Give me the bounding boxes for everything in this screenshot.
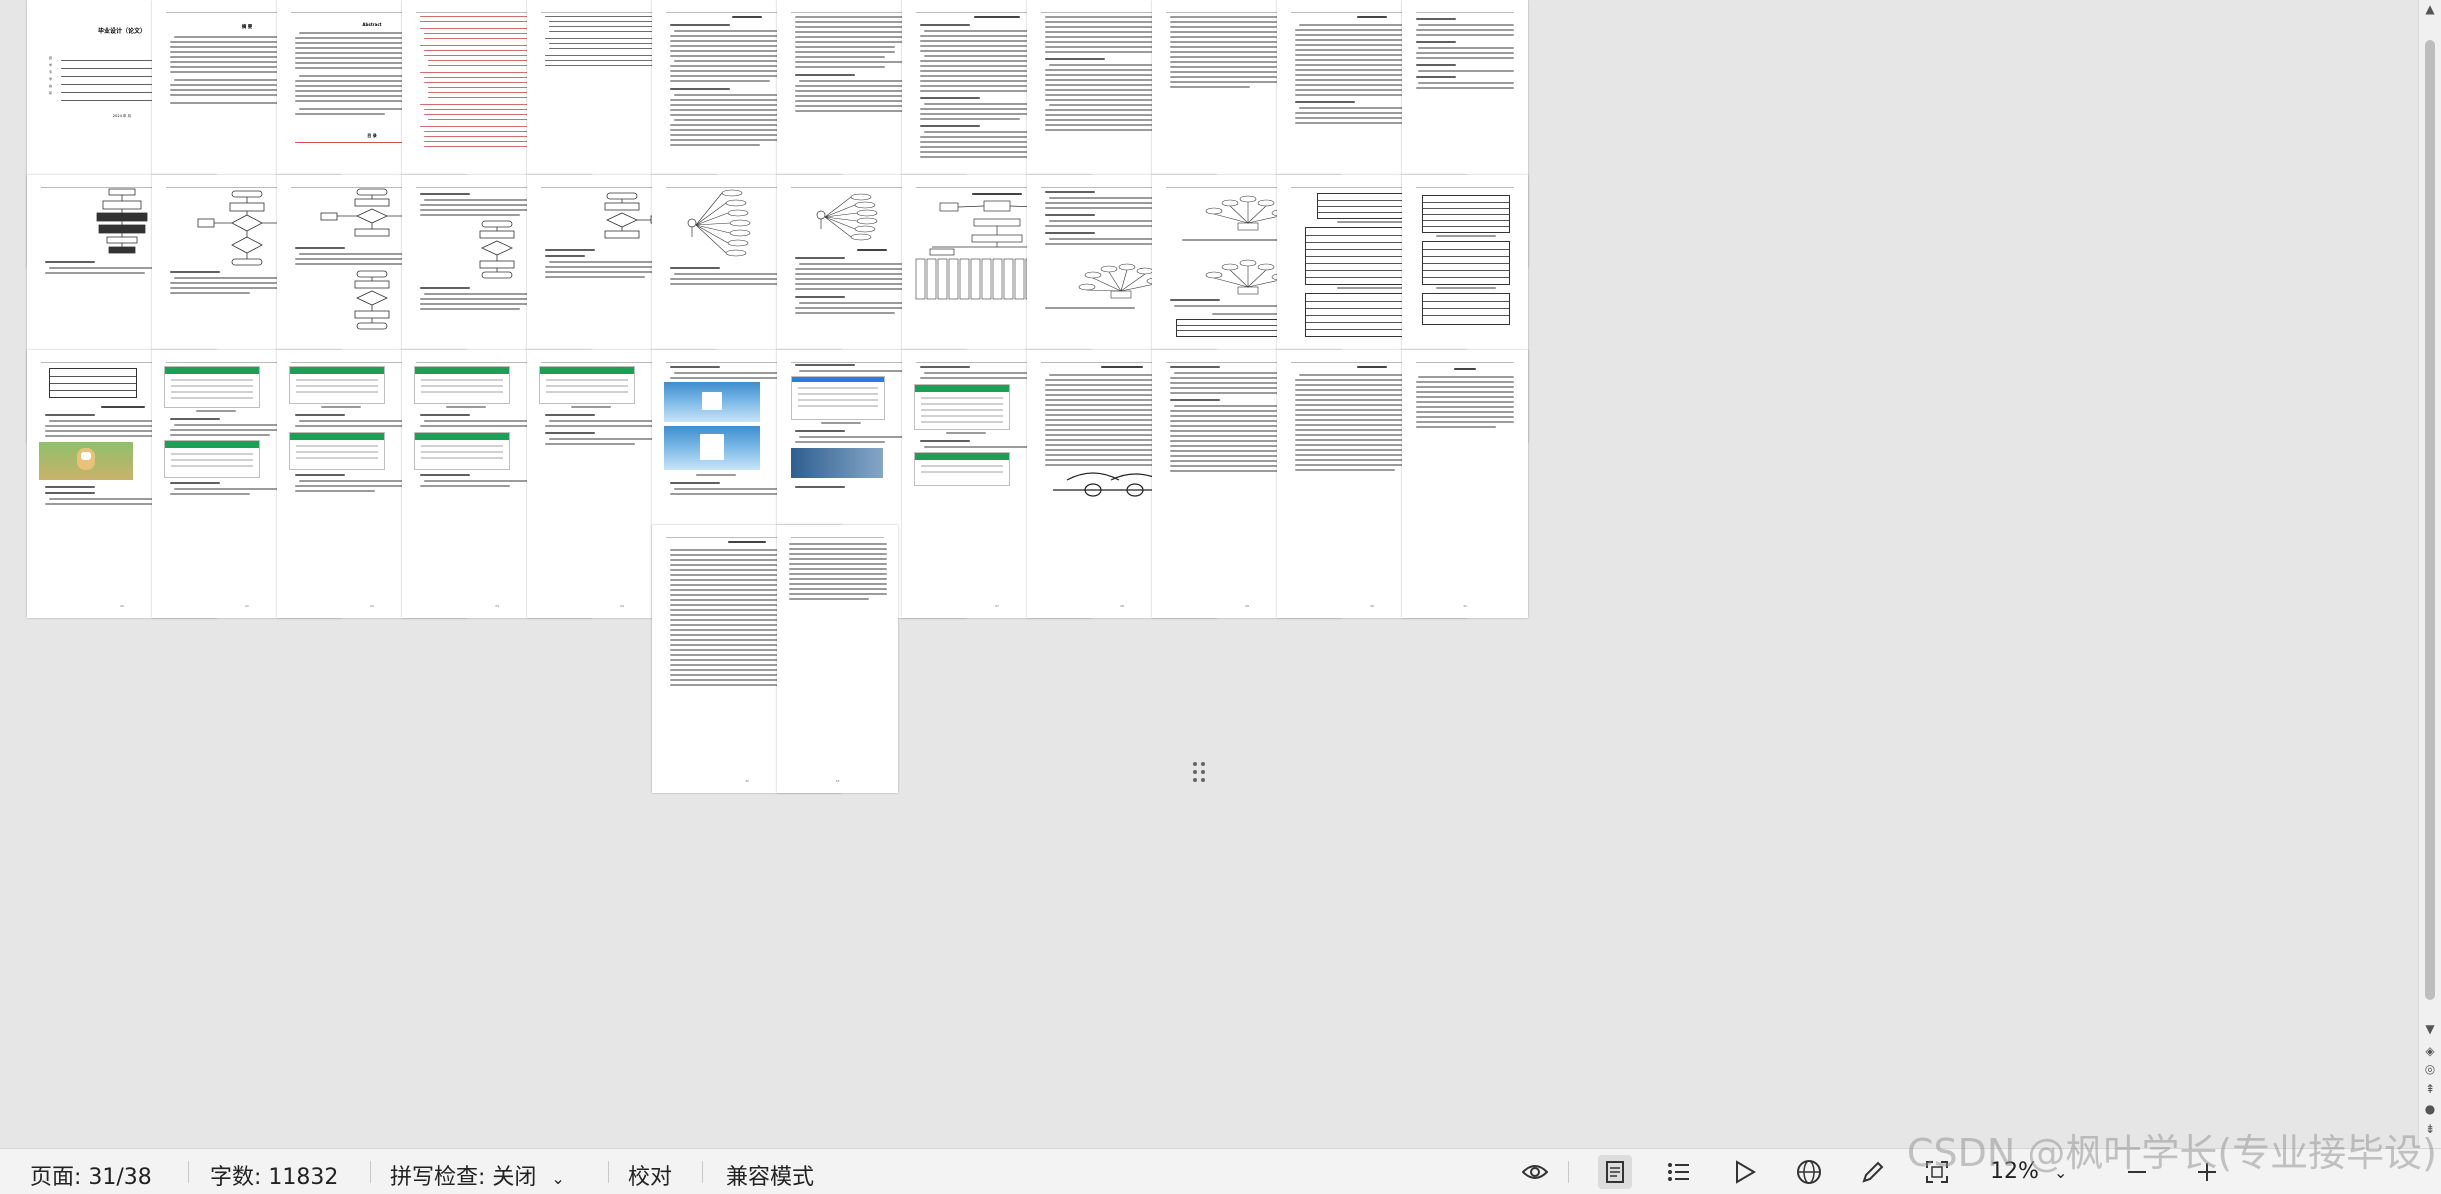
- page-view-icon[interactable]: [1598, 1155, 1632, 1189]
- spell-check-label: 拼写检查: 关闭: [390, 1165, 537, 1190]
- data-table: [1422, 195, 1510, 233]
- outline-icon[interactable]: [1662, 1155, 1696, 1189]
- page-33-references[interactable]: 33: [777, 525, 898, 793]
- ui-screenshot: [414, 366, 510, 404]
- globe-icon[interactable]: [1792, 1155, 1826, 1189]
- play-icon[interactable]: [1728, 1155, 1762, 1189]
- layout-icon[interactable]: ◈: [2423, 1044, 2437, 1058]
- compat-mode-label: 兼容模式: [726, 1165, 815, 1190]
- spell-check-toggle[interactable]: 拼写检查: 关闭 ⌄: [390, 1159, 565, 1191]
- admin-screenshot: [791, 376, 885, 420]
- mascot-image: [39, 442, 133, 480]
- document-canvas[interactable]: 毕业设计（论文） 题学专学指职 2024 年 月 摘 要 I Abstract: [0, 0, 2418, 1148]
- ui-screenshot: [914, 384, 1010, 430]
- chevron-down-icon: ⌄: [551, 1169, 565, 1188]
- page-indicator[interactable]: 页面: 31/38: [30, 1159, 152, 1191]
- select-browse-icon[interactable]: ●: [2423, 1102, 2437, 1116]
- data-table: [1422, 241, 1510, 285]
- upload-screenshot: [791, 448, 883, 478]
- data-table: [49, 368, 137, 398]
- watermark-text: CSDN @枫叶学长(专业接毕设): [1906, 1131, 2437, 1175]
- scroll-up-icon[interactable]: ▲: [2423, 2, 2437, 16]
- sync-icon[interactable]: ◎: [2423, 1062, 2437, 1076]
- pen-icon[interactable]: [1856, 1155, 1890, 1189]
- data-table: [1422, 293, 1510, 325]
- vertical-scrollbar[interactable]: ▲ ▼ ◈ ◎ ⇞ ● ⇟: [2418, 0, 2441, 1148]
- ui-screenshot: [289, 366, 385, 404]
- drag-handle-icon[interactable]: [1193, 762, 1209, 786]
- ui-screenshot: [289, 432, 385, 470]
- ui-screenshot: [414, 432, 510, 470]
- scroll-down-icon[interactable]: ▼: [2423, 1022, 2437, 1036]
- eye-icon[interactable]: [1518, 1155, 1552, 1189]
- ui-screenshot: [914, 452, 1010, 486]
- prev-page-icon[interactable]: ⇞: [2423, 1082, 2437, 1096]
- proofread-button[interactable]: 校对: [628, 1159, 672, 1191]
- login-screenshot: [664, 382, 760, 422]
- ui-screenshot: [539, 366, 635, 404]
- ui-screenshot: [164, 366, 260, 408]
- scrollbar-thumb[interactable]: [2425, 40, 2435, 1000]
- register-screenshot: [664, 426, 760, 470]
- word-count[interactable]: 字数: 11832: [210, 1159, 338, 1191]
- page-31-acknowledgement[interactable]: 31: [1402, 350, 1528, 618]
- ui-screenshot: [164, 440, 260, 478]
